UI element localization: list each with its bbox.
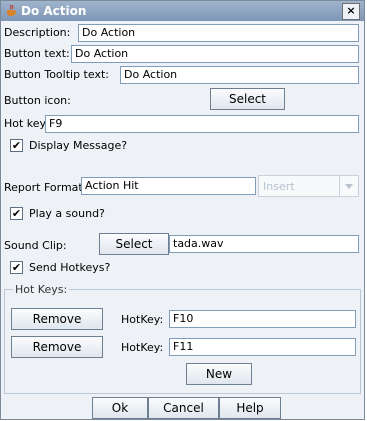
hotkey-field[interactable]: F9 bbox=[45, 115, 359, 133]
button-text-field[interactable]: Do Action bbox=[71, 45, 359, 63]
hotkey-row-label: HotKey: bbox=[121, 313, 164, 326]
cancel-button[interactable]: Cancel bbox=[148, 397, 219, 419]
close-button[interactable]: × bbox=[342, 3, 360, 20]
play-sound-checkbox[interactable]: ✔ bbox=[10, 207, 23, 220]
window-title: Do Action bbox=[21, 4, 87, 18]
chevron-down-icon bbox=[339, 176, 358, 196]
sound-clip-field[interactable]: tada.wav bbox=[169, 235, 359, 253]
play-sound-label: Play a sound? bbox=[29, 207, 105, 220]
send-hotkeys-checkbox[interactable]: ✔ bbox=[10, 261, 23, 274]
display-message-checkbox[interactable]: ✔ bbox=[10, 139, 23, 152]
description-field[interactable]: Do Action bbox=[78, 24, 359, 42]
hotkey-row-field[interactable]: F10 bbox=[169, 310, 356, 328]
sound-clip-label: Sound Clip: bbox=[4, 239, 67, 252]
tooltip-label: Button Tooltip text: bbox=[4, 68, 109, 81]
display-message-label: Display Message? bbox=[29, 139, 128, 152]
do-action-dialog: Do Action × Description: Do Action Butto… bbox=[0, 0, 365, 420]
help-button[interactable]: Help bbox=[219, 397, 281, 419]
hotkeys-group-title: Hot Keys: bbox=[13, 283, 70, 296]
ok-button[interactable]: Ok bbox=[92, 397, 148, 419]
insert-combo-value: Insert bbox=[263, 180, 295, 193]
insert-combo: Insert bbox=[258, 175, 359, 197]
new-hotkey-button[interactable]: New bbox=[186, 363, 252, 385]
java-cup-icon bbox=[7, 4, 17, 16]
remove-hotkey-button[interactable]: Remove bbox=[11, 336, 103, 358]
description-label: Description: bbox=[4, 26, 71, 39]
icon-select-button[interactable]: Select bbox=[210, 88, 285, 110]
remove-hotkey-button[interactable]: Remove bbox=[11, 308, 103, 330]
tooltip-field[interactable]: Do Action bbox=[120, 66, 359, 84]
hotkey-row-label: HotKey: bbox=[121, 341, 164, 354]
send-hotkeys-label: Send Hotkeys? bbox=[29, 261, 111, 274]
button-icon-label: Button icon: bbox=[4, 94, 71, 107]
button-text-label: Button text: bbox=[4, 47, 70, 60]
sound-select-button[interactable]: Select bbox=[99, 233, 169, 255]
hotkeys-group: Hot Keys: Remove HotKey: F10 Remove HotK… bbox=[4, 283, 361, 394]
title-bar[interactable]: Do Action × bbox=[1, 1, 364, 21]
report-format-label: Report Format: bbox=[4, 181, 87, 194]
report-format-field[interactable]: Action Hit bbox=[81, 177, 256, 195]
hotkey-label: Hot key: bbox=[4, 117, 49, 130]
hotkey-row-field[interactable]: F11 bbox=[169, 338, 356, 356]
